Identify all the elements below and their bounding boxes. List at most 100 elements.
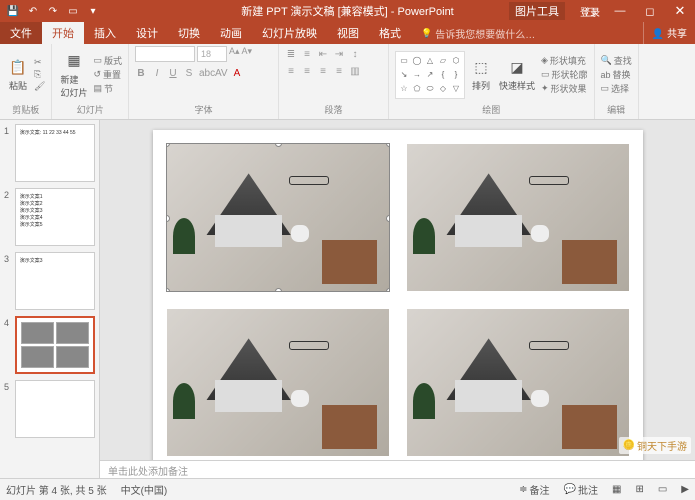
resize-handle[interactable] <box>167 215 170 222</box>
section-button[interactable]: ▤ 节 <box>93 82 122 95</box>
login-link[interactable]: 登录 <box>580 4 600 19</box>
paste-icon: 📋 <box>8 57 28 77</box>
numbering-button[interactable]: ≡ <box>301 49 313 60</box>
resize-handle[interactable] <box>386 215 389 222</box>
new-slide-icon: ▦ <box>64 51 84 71</box>
current-slide[interactable]: ⟲ <box>153 130 643 460</box>
indent-inc-button[interactable]: ⇥ <box>333 49 345 60</box>
resize-handle[interactable] <box>275 288 282 291</box>
replace-button[interactable]: ab 替换 <box>601 68 632 81</box>
tell-me-search[interactable]: 告诉我您想要做什么… <box>411 22 643 44</box>
reset-button[interactable]: ↺ 重置 <box>93 68 122 81</box>
line-spacing-button[interactable]: ↕ <box>349 49 361 60</box>
tab-review[interactable]: 视图 <box>327 22 369 44</box>
picture-2[interactable] <box>407 144 629 291</box>
qat-more-icon[interactable]: ▾ <box>86 4 100 18</box>
quick-styles-button[interactable]: ◪快速样式 <box>497 55 537 94</box>
font-size-input[interactable] <box>197 46 227 62</box>
tab-insert[interactable]: 插入 <box>84 22 126 44</box>
tab-slideshow[interactable]: 幻灯片放映 <box>252 22 327 44</box>
cut-button[interactable]: ✂ <box>34 57 45 68</box>
paste-button[interactable]: 📋粘贴 <box>6 55 30 94</box>
window-title: 新建 PPT 演示文稿 [兼容模式] - PowerPoint <box>241 3 454 19</box>
spacing-button[interactable]: AV <box>215 68 227 79</box>
save-icon[interactable]: 💾 <box>6 4 20 18</box>
decrease-font-icon[interactable]: A▾ <box>242 46 253 62</box>
arrange-button[interactable]: ⬚排列 <box>469 55 493 94</box>
group-font: A▴ A▾ B I U S abc AV A 字体 <box>129 44 279 119</box>
tab-transitions[interactable]: 切换 <box>168 22 210 44</box>
slide-area[interactable]: ⟲ <box>100 120 695 460</box>
slideshow-view-icon[interactable]: ▶ <box>681 484 689 495</box>
close-icon[interactable]: ✕ <box>665 0 695 22</box>
bullets-button[interactable]: ≣ <box>285 49 297 60</box>
increase-font-icon[interactable]: A▴ <box>229 46 240 62</box>
picture-1[interactable]: ⟲ <box>167 144 389 291</box>
underline-button[interactable]: U <box>167 68 179 79</box>
resize-handle[interactable] <box>167 144 170 147</box>
redo-icon[interactable]: ↷ <box>46 4 60 18</box>
ribbon: 📋粘贴 ✂ ⎘ 🖌 剪贴板 ▦新建 幻灯片 ▭ 版式 ↺ 重置 ▤ 节 幻灯片 … <box>0 44 695 120</box>
resize-handle[interactable] <box>275 144 282 147</box>
columns-button[interactable]: ▥ <box>349 66 361 77</box>
justify-button[interactable]: ≡ <box>333 66 345 77</box>
normal-view-icon[interactable]: ▦ <box>612 484 621 495</box>
shape-fill-button[interactable]: ◈ 形状填充 <box>541 54 588 67</box>
shape-effects-button[interactable]: ✦ 形状效果 <box>541 82 588 95</box>
slide-thumbnails-pane[interactable]: 1 演示文案: 11 22 33 44 55 2 演示文案1演示文案2演示文案3… <box>0 120 100 478</box>
shadow-button[interactable]: abc <box>199 68 211 79</box>
italic-button[interactable]: I <box>151 68 163 79</box>
tab-file[interactable]: 文件 <box>0 22 42 44</box>
picture-4[interactable] <box>407 309 629 456</box>
tab-design[interactable]: 设计 <box>126 22 168 44</box>
slide-thumb-2[interactable]: 演示文案1演示文案2演示文案3演示文案4演示文案5 <box>15 188 95 246</box>
tab-home[interactable]: 开始 <box>42 22 84 44</box>
undo-icon[interactable]: ↶ <box>26 4 40 18</box>
picture-3[interactable] <box>167 309 389 456</box>
shape-outline-button[interactable]: ▭ 形状轮廓 <box>541 68 588 81</box>
resize-handle[interactable] <box>386 144 389 147</box>
title-bar: 💾 ↶ ↷ ▭ ▾ 新建 PPT 演示文稿 [兼容模式] - PowerPoin… <box>0 0 695 22</box>
copy-button[interactable]: ⎘ <box>34 69 45 80</box>
contextual-tab-label: 图片工具 <box>509 2 565 20</box>
group-editing: 🔍 查找 ab 替换 ▭ 选择 编辑 <box>595 44 639 119</box>
resize-handle[interactable] <box>386 288 389 291</box>
slide-thumb-4[interactable] <box>15 316 95 374</box>
sorter-view-icon[interactable]: ⊞ <box>635 484 643 495</box>
tab-animations[interactable]: 动画 <box>210 22 252 44</box>
format-painter-button[interactable]: 🖌 <box>34 81 45 92</box>
slideshow-icon[interactable]: ▭ <box>66 4 80 18</box>
maximize-icon[interactable]: ◻ <box>635 0 665 22</box>
select-button[interactable]: ▭ 选择 <box>601 82 632 95</box>
find-button[interactable]: 🔍 查找 <box>601 54 632 67</box>
resize-handle[interactable] <box>167 288 170 291</box>
watermark: 铜天下手游 <box>619 437 691 454</box>
font-name-input[interactable] <box>135 46 195 62</box>
workspace: 1 演示文案: 11 22 33 44 55 2 演示文案1演示文案2演示文案3… <box>0 120 695 478</box>
new-slide-button[interactable]: ▦新建 幻灯片 <box>58 49 89 101</box>
bold-button[interactable]: B <box>135 68 147 79</box>
share-button[interactable]: 👤 共享 <box>643 22 695 44</box>
group-drawing: ▭◯△▱⬡ ↘→↗{} ☆⬠⬭◇▽ ⬚排列 ◪快速样式 ◈ 形状填充 ▭ 形状轮… <box>389 44 595 119</box>
align-center-button[interactable]: ≡ <box>301 66 313 77</box>
slide-thumb-1[interactable]: 演示文案: 11 22 33 44 55 <box>15 124 95 182</box>
strike-button[interactable]: S <box>183 68 195 79</box>
align-left-button[interactable]: ≡ <box>285 66 297 77</box>
shapes-gallery[interactable]: ▭◯△▱⬡ ↘→↗{} ☆⬠⬭◇▽ <box>395 51 465 99</box>
group-label: 字体 <box>135 103 272 117</box>
tab-format[interactable]: 格式 <box>369 22 411 44</box>
minimize-icon[interactable]: — <box>605 0 635 22</box>
thumb-number: 2 <box>4 188 12 246</box>
reading-view-icon[interactable]: ▭ <box>658 484 667 495</box>
notes-placeholder[interactable]: 单击此处添加备注 <box>100 460 695 478</box>
indent-dec-button[interactable]: ⇤ <box>317 49 329 60</box>
layout-button[interactable]: ▭ 版式 <box>93 54 122 67</box>
notes-toggle[interactable]: ≑ 备注 <box>519 482 549 497</box>
comments-toggle[interactable]: 💬 批注 <box>564 482 598 497</box>
group-paragraph: ≣ ≡ ⇤ ⇥ ↕ ≡ ≡ ≡ ≡ ▥ 段落 <box>279 44 389 119</box>
language-indicator[interactable]: 中文(中国) <box>121 482 168 497</box>
slide-thumb-5[interactable] <box>15 380 95 438</box>
font-color-button[interactable]: A <box>231 68 243 79</box>
align-right-button[interactable]: ≡ <box>317 66 329 77</box>
slide-thumb-3[interactable]: 演示文案3 <box>15 252 95 310</box>
